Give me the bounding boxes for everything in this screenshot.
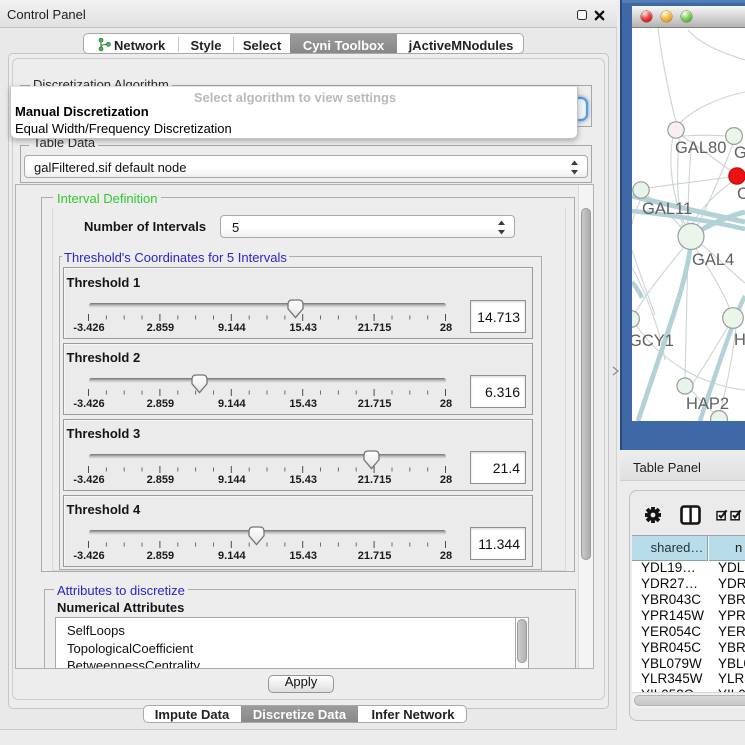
svg-text:GAL11: GAL11 — [642, 200, 692, 218]
svg-text:GCY1: GCY1 — [632, 332, 674, 350]
svg-text:GAL80: GAL80 — [675, 139, 726, 157]
svg-text:GA: GA — [734, 144, 745, 162]
svg-text:H: H — [734, 331, 745, 349]
svg-text:GAL4: GAL4 — [692, 251, 734, 269]
svg-text:HAP2: HAP2 — [686, 395, 729, 413]
svg-text:C: C — [737, 185, 745, 203]
